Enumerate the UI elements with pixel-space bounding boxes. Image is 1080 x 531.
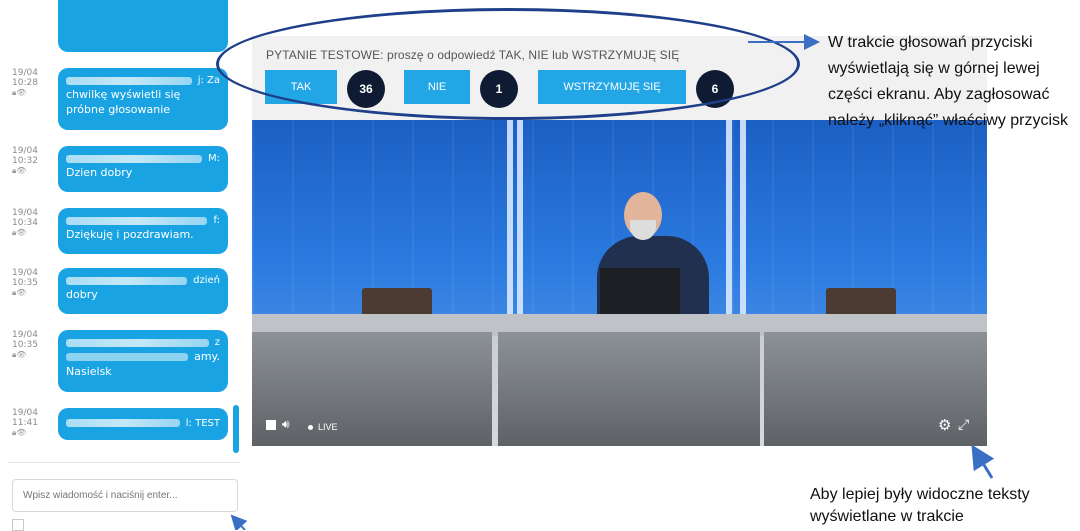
annotation-arrows (230, 34, 995, 530)
arrow-to-fullscreen (971, 444, 995, 479)
arrow-to-input (230, 514, 248, 530)
